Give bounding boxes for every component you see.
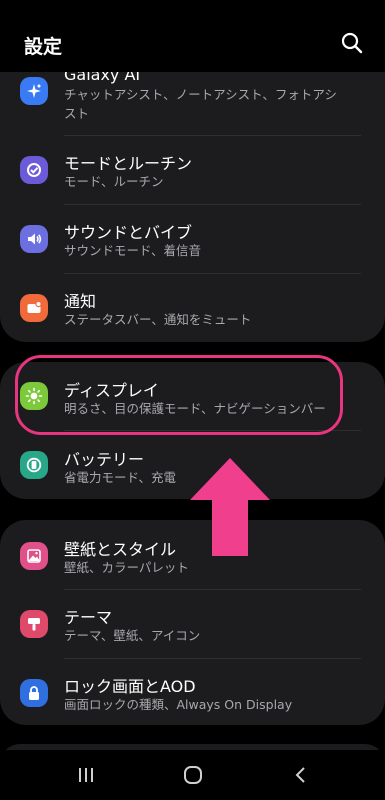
display-icon — [20, 382, 48, 410]
item-subtitle: ステータスバー、通知をミュート — [64, 312, 252, 327]
settings-item-lock-screen-aod[interactable]: ロック画面とAOD 画面ロックの種類、Always On Display — [0, 659, 385, 725]
item-title: サウンドとバイブ — [64, 223, 193, 242]
item-title: モードとルーチン — [64, 154, 193, 173]
settings-item-themes[interactable]: テーマ テーマ、壁紙、アイコン — [0, 590, 385, 657]
galaxy-ai-icon — [20, 77, 48, 105]
item-subtitle: 壁紙、カラーパレット — [64, 560, 189, 575]
settings-group-1: Galaxy AI チャットアシスト、ノートアシスト、フォトアシ スト モードと… — [0, 45, 385, 342]
app-header: 設定 — [0, 0, 385, 72]
item-title: ロック画面とAOD — [64, 677, 196, 696]
item-subtitle: チャットアシスト、ノートアシスト、フォトアシ — [64, 87, 337, 102]
page-title: 設定 — [24, 36, 63, 58]
themes-icon — [20, 610, 48, 638]
wallpaper-icon — [20, 542, 48, 570]
item-title: テーマ — [64, 608, 113, 627]
item-subtitle: モード、ルーチン — [64, 174, 164, 189]
item-subtitle-line2: スト — [64, 106, 90, 121]
back-icon[interactable] — [292, 765, 310, 785]
settings-item-notifications[interactable]: 通知 ステータスバー、通知をミュート — [0, 274, 385, 342]
search-icon[interactable] — [339, 30, 365, 56]
arrow-up-icon — [190, 458, 270, 556]
item-title: 壁紙とスタイル — [64, 540, 177, 559]
modes-routines-icon — [20, 156, 48, 184]
item-subtitle: 明るさ、目の保護モード、ナビゲーションバー — [64, 401, 326, 416]
settings-item-modes-routines[interactable]: モードとルーチン モード、ルーチン — [0, 136, 385, 204]
item-title: 通知 — [64, 292, 97, 311]
item-title: バッテリー — [64, 450, 145, 469]
sound-icon — [20, 225, 48, 253]
item-subtitle: サウンドモード、着信音 — [64, 243, 202, 258]
recent-apps-icon[interactable] — [76, 765, 96, 785]
navigation-bar — [0, 750, 385, 800]
item-title: ディスプレイ — [64, 381, 159, 400]
battery-icon — [20, 451, 48, 479]
lock-icon — [20, 679, 48, 707]
item-subtitle: 省電力モード、充電 — [64, 470, 177, 485]
settings-item-sound-vibration[interactable]: サウンドとバイブ サウンドモード、着信音 — [0, 205, 385, 273]
item-subtitle: 画面ロックの種類、Always On Display — [64, 697, 293, 712]
settings-item-display[interactable]: ディスプレイ 明るさ、目の保護モード、ナビゲーションバー — [0, 362, 385, 430]
home-icon[interactable] — [182, 765, 204, 785]
notifications-icon — [20, 294, 48, 322]
item-subtitle: テーマ、壁紙、アイコン — [64, 628, 201, 643]
